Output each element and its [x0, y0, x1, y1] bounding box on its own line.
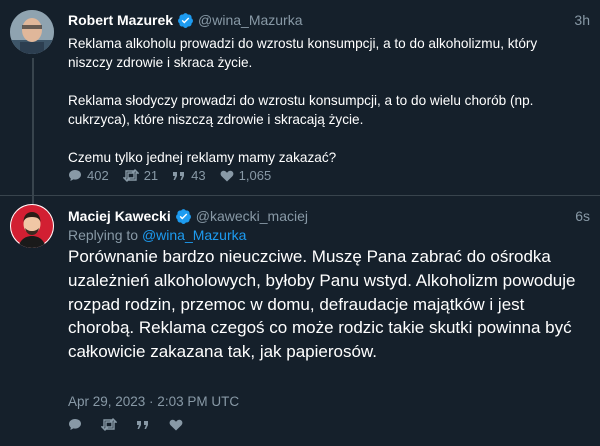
- author-handle[interactable]: @wina_Mazurka: [198, 12, 302, 28]
- quote-icon: [173, 171, 185, 180]
- tweet-time[interactable]: 3h: [574, 12, 590, 28]
- quote-icon: [137, 420, 148, 429]
- author-handle[interactable]: @kawecki_maciej: [196, 208, 308, 224]
- reply-icon: [69, 170, 81, 181]
- retweet-count: 21: [143, 168, 159, 183]
- tweet-robert-mazurek[interactable]: Robert Mazurek @wina_Mazurka 3h Reklama …: [0, 0, 600, 208]
- thread-line: [32, 58, 34, 208]
- tweet-header: Maciej Kawecki @kawecki_maciej 6s: [68, 206, 590, 226]
- like-count: 1,065: [238, 168, 272, 183]
- reply-button[interactable]: [68, 418, 87, 431]
- avatar[interactable]: [10, 204, 54, 248]
- reply-button[interactable]: 402: [68, 168, 109, 183]
- verified-badge-icon: [175, 208, 192, 225]
- avatar[interactable]: [10, 10, 54, 54]
- tweet-header: Robert Mazurek @wina_Mazurka 3h: [68, 10, 590, 30]
- tweet-text: Porównanie bardzo nieuczciwe. Muszę Pana…: [68, 247, 576, 362]
- like-button[interactable]: 1,065: [220, 168, 272, 183]
- like-button[interactable]: [169, 419, 188, 431]
- tweet-text: Reklama alkoholu prowadzi do wzrostu kon…: [68, 34, 583, 186]
- reply-icon: [69, 419, 81, 430]
- quote-count: 43: [191, 168, 206, 183]
- tweet-paragraph: Reklama alkoholu prowadzi do wzrostu kon…: [68, 36, 538, 70]
- quote-button[interactable]: [136, 419, 155, 431]
- author-name[interactable]: Maciej Kawecki: [68, 208, 171, 224]
- replying-to-link[interactable]: @wina_Mazurka: [142, 227, 246, 243]
- tweet-paragraph: Reklama słodyczy prowadzi do wzrostu kon…: [68, 93, 534, 127]
- like-icon: [220, 170, 234, 181]
- reply-count: 402: [87, 168, 109, 183]
- tweet-time[interactable]: 6s: [575, 208, 590, 224]
- retweet-icon: [122, 169, 139, 182]
- tweet-paragraph: Czemu tylko jednej reklamy mamy zakazać?: [68, 150, 337, 165]
- quote-button[interactable]: 43: [172, 168, 206, 183]
- retweet-button[interactable]: [101, 418, 122, 431]
- tweet-actions: [68, 418, 202, 431]
- tweet-date[interactable]: Apr 29, 2023 · 2:03 PM UTC: [68, 394, 239, 409]
- tweet-maciej-kawecki[interactable]: Maciej Kawecki @kawecki_maciej 6s Replyi…: [0, 196, 600, 446]
- replying-to: Replying to @wina_Mazurka: [68, 227, 246, 243]
- retweet-icon: [101, 418, 117, 431]
- tweet-actions: 402 21 43 1,065: [68, 168, 285, 183]
- like-icon: [169, 419, 183, 430]
- author-name[interactable]: Robert Mazurek: [68, 12, 173, 28]
- verified-badge-icon: [177, 12, 194, 29]
- replying-label: Replying to: [68, 227, 139, 243]
- retweet-button[interactable]: 21: [122, 168, 159, 183]
